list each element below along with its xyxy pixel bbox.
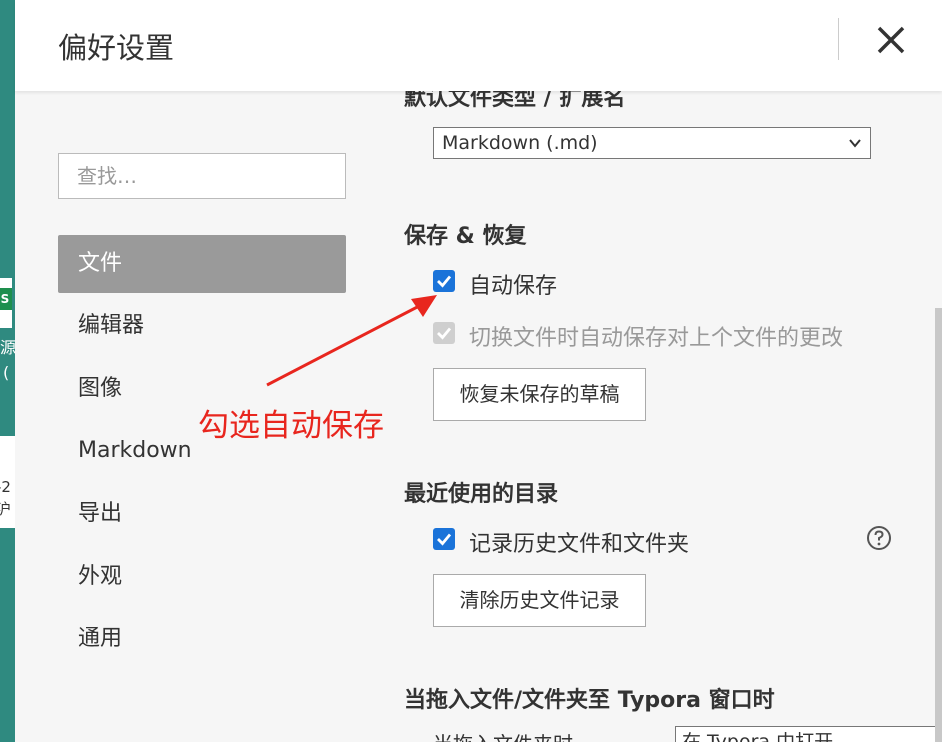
close-icon [877,26,905,54]
header-divider [838,18,839,60]
desktop-icon-label: ( [3,363,10,382]
search-box[interactable] [58,153,346,199]
desktop-file-icon[interactable]: -2 沪 [0,436,15,528]
annotation-arrow [266,295,437,387]
search-input[interactable] [59,154,345,198]
help-icon[interactable] [866,525,892,551]
scrollbar-thumb[interactable] [935,308,942,742]
spreadsheet-icon-letter: S [0,288,12,310]
dialog-title: 偏好设置 [58,31,175,65]
desktop-file-label: -2 [0,478,11,496]
spreadsheet-app-icon[interactable]: S [0,278,12,328]
sidebar-item-general[interactable]: 通用 [58,610,346,668]
default-type-value: Markdown (.md) [442,132,598,154]
sidebar-item-export[interactable]: 导出 [58,485,346,543]
desktop-icon-label: 源 [0,338,15,357]
record-history-label: 记录历史文件和文件夹 [469,532,690,557]
annotation-text: 勾选自动保存 [198,408,384,444]
autosave-on-switch-label: 切换文件时自动保存对上个文件的更改 [469,326,844,351]
checkmark-icon [437,533,452,546]
desktop-background: S 源 ( [0,0,15,742]
save-restore-heading: 保存 & 恢复 [404,224,527,249]
autosave-label: 自动保存 [469,274,558,299]
drop-folder-label: 当拖入文件夹时 [433,728,573,742]
restore-drafts-button[interactable]: 恢复未保存的草稿 [433,368,646,421]
dialog-header: 偏好设置 [15,0,942,91]
drop-behavior-heading: 当拖入文件/文件夹至 Typora 窗口时 [404,688,775,713]
recent-dirs-heading: 最近使用的目录 [404,482,559,507]
drop-folder-select[interactable]: 在 Typora 中打开 [675,726,937,742]
record-history-checkbox[interactable] [433,528,455,550]
close-button[interactable] [871,20,911,60]
desktop-file-label: 沪 [0,500,12,518]
chevron-down-icon [849,139,861,148]
clear-history-button[interactable]: 清除历史文件记录 [433,574,646,627]
preferences-dialog: 默认文件类型 / 扩展名 Markdown (.md) 保存 & 恢复 自动保存… [15,0,942,742]
default-type-select[interactable]: Markdown (.md) [433,127,871,159]
sidebar-item-appearance[interactable]: 外观 [58,548,346,606]
